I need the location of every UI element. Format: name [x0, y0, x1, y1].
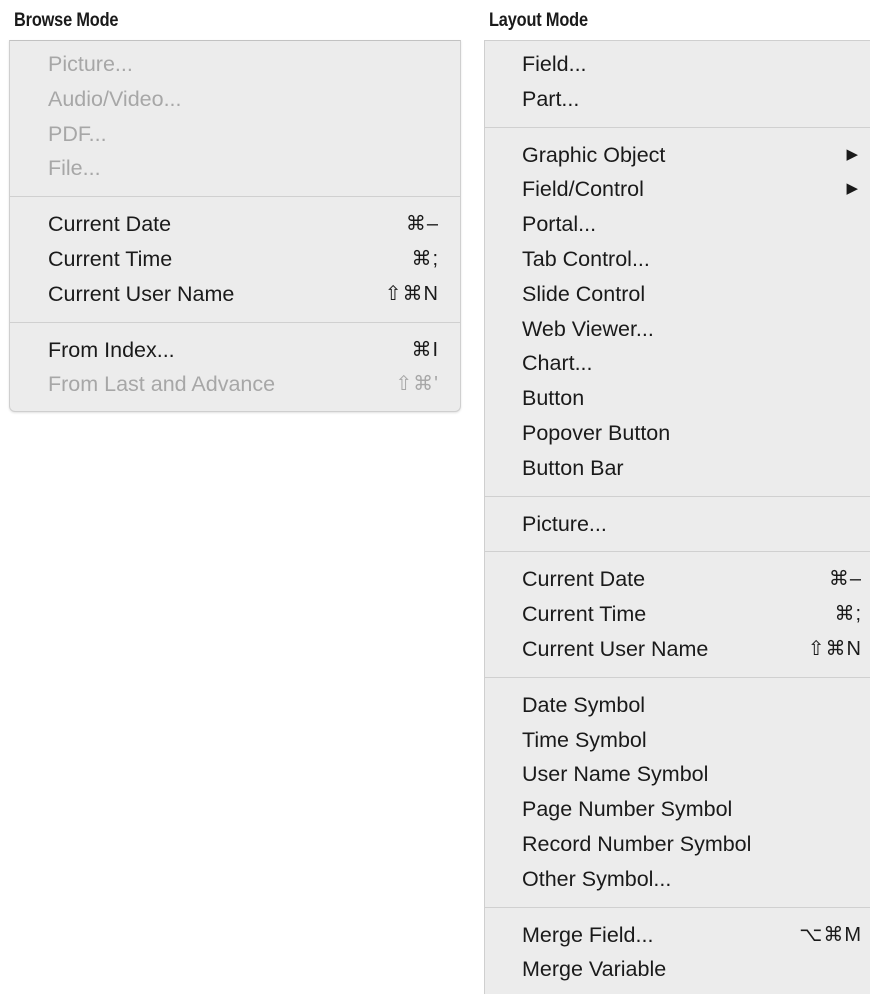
browse-item-current-date[interactable]: Current Date ⌘– — [10, 207, 460, 242]
browse-item-picture: Picture... — [10, 47, 460, 82]
menu-item-label: Audio/Video... — [48, 86, 182, 111]
layout-item-graphic-object[interactable]: Graphic Object ▶ — [485, 138, 870, 173]
keyboard-shortcut: ⌘– — [828, 568, 862, 591]
layout-item-popover-button[interactable]: Popover Button — [485, 416, 870, 451]
layout-item-chart[interactable]: Chart... — [485, 346, 870, 381]
menu-separator — [485, 495, 870, 497]
layout-item-merge-field[interactable]: Merge Field... ⌥⌘M — [485, 918, 870, 953]
keyboard-shortcut: ⇧⌘N — [384, 282, 439, 305]
menu-separator — [10, 196, 460, 198]
menu-separator — [485, 906, 870, 908]
layout-item-button-bar[interactable]: Button Bar — [485, 451, 870, 486]
layout-item-user-name-symbol[interactable]: User Name Symbol — [485, 757, 870, 792]
browse-item-audio-video: Audio/Video... — [10, 82, 460, 117]
menu-item-label: File... — [48, 156, 101, 181]
menu-item-label: Field/Control — [522, 177, 644, 202]
layout-item-other-symbol[interactable]: Other Symbol... — [485, 862, 870, 897]
layout-item-tab-control[interactable]: Tab Control... — [485, 242, 870, 277]
layout-item-web-viewer[interactable]: Web Viewer... — [485, 312, 870, 347]
menu-item-label: Portal... — [522, 212, 597, 237]
layout-item-current-date[interactable]: Current Date ⌘– — [485, 562, 870, 597]
menu-separator — [10, 321, 460, 323]
menu-item-label: Web Viewer... — [522, 316, 654, 341]
menu-separator — [485, 126, 870, 128]
menu-item-label: Tab Control... — [522, 246, 650, 271]
keyboard-shortcut: ⌘; — [411, 247, 439, 270]
menu-item-label: Button Bar — [522, 455, 624, 480]
layout-item-field[interactable]: Field... — [485, 47, 870, 82]
keyboard-shortcut: ⌘; — [834, 603, 862, 626]
menu-item-label: Merge Field... — [522, 922, 654, 947]
keyboard-shortcut: ⌥⌘M — [799, 923, 862, 946]
keyboard-shortcut: ⌘– — [405, 213, 439, 236]
menu-item-label: From Last and Advance — [48, 372, 276, 397]
browse-mode-caption: Browse Mode — [14, 10, 119, 31]
menu-item-label: Current User Name — [48, 281, 235, 306]
layout-item-current-time[interactable]: Current Time ⌘; — [485, 597, 870, 632]
submenu-arrow-icon: ▶ — [846, 180, 858, 198]
browse-mode-insert-menu: Picture... Audio/Video... PDF... File... Cur… — [9, 40, 461, 412]
browse-item-from-index[interactable]: From Index... ⌘I — [10, 333, 460, 368]
keyboard-shortcut: ⌘I — [411, 338, 439, 361]
menu-item-label: Graphic Object — [522, 142, 666, 167]
layout-item-field-control[interactable]: Field/Control ▶ — [485, 172, 870, 207]
layout-item-picture[interactable]: Picture... — [485, 507, 870, 542]
menu-item-label: Other Symbol... — [522, 866, 672, 891]
layout-item-slide-control[interactable]: Slide Control — [485, 277, 870, 312]
keyboard-shortcut: ⇧⌘N — [807, 637, 862, 660]
layout-item-page-number-symbol[interactable]: Page Number Symbol — [485, 792, 870, 827]
layout-item-portal[interactable]: Portal... — [485, 207, 870, 242]
layout-mode-insert-menu: Field... Part... Graphic Object ▶ Field/Cont… — [484, 40, 870, 994]
menu-item-label: Picture... — [522, 511, 607, 536]
menu-item-label: Merge Variable — [522, 957, 667, 982]
layout-item-record-number-symbol[interactable]: Record Number Symbol — [485, 827, 870, 862]
layout-item-current-user-name[interactable]: Current User Name ⇧⌘N — [485, 632, 870, 667]
menu-item-label: Chart... — [522, 351, 593, 376]
layout-item-part[interactable]: Part... — [485, 82, 870, 117]
menu-item-label: Current Time — [522, 602, 647, 627]
browse-item-pdf: PDF... — [10, 117, 460, 152]
menu-item-label: Record Number Symbol — [522, 831, 752, 856]
menu-item-label: Button — [522, 386, 585, 411]
menu-item-label: Part... — [522, 86, 580, 111]
browse-item-current-time[interactable]: Current Time ⌘; — [10, 242, 460, 277]
menu-item-label: Page Number Symbol — [522, 797, 733, 822]
submenu-arrow-icon: ▶ — [846, 145, 858, 163]
menu-item-label: Current Date — [522, 567, 646, 592]
menu-item-label: Current Date — [48, 212, 172, 237]
layout-mode-caption: Layout Mode — [489, 10, 588, 31]
layout-item-date-symbol[interactable]: Date Symbol — [485, 688, 870, 723]
layout-item-merge-variable[interactable]: Merge Variable — [485, 952, 870, 987]
menu-item-label: Time Symbol — [522, 727, 647, 752]
menu-item-label: Current User Name — [522, 636, 709, 661]
layout-item-time-symbol[interactable]: Time Symbol — [485, 723, 870, 758]
menu-item-label: Current Time — [48, 246, 173, 271]
menu-item-label: Field... — [522, 52, 587, 76]
menu-separator — [485, 676, 870, 678]
layout-item-button[interactable]: Button — [485, 381, 870, 416]
menu-separator — [485, 551, 870, 553]
menu-item-label: Slide Control — [522, 281, 646, 306]
menu-item-label: User Name Symbol — [522, 762, 709, 787]
browse-item-from-last-and-advance: From Last and Advance ⇧⌘' — [10, 367, 460, 402]
menu-item-label: Picture... — [48, 52, 133, 76]
browse-item-file: File... — [10, 151, 460, 186]
keyboard-shortcut: ⇧⌘' — [395, 373, 439, 396]
menu-item-label: From Index... — [48, 337, 175, 362]
menu-item-label: PDF... — [48, 121, 107, 146]
menu-item-label: Popover Button — [522, 420, 671, 445]
menu-item-label: Date Symbol — [522, 692, 646, 717]
browse-item-current-user-name[interactable]: Current User Name ⇧⌘N — [10, 277, 460, 312]
